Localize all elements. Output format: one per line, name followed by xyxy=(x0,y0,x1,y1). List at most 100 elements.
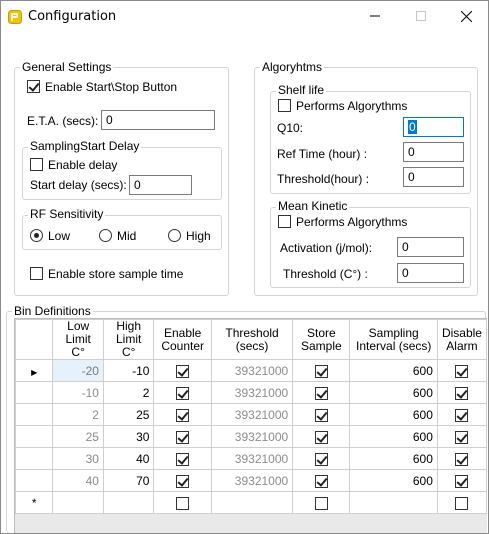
low-limit-cell[interactable]: 25 xyxy=(52,425,104,448)
table-row[interactable]: ▶ -20 -10 39321000 600 xyxy=(15,359,487,382)
store-sample-cell[interactable] xyxy=(292,491,351,514)
col-header-store-sample[interactable]: Store Sample xyxy=(292,319,351,360)
store-sample-cell[interactable] xyxy=(292,425,351,448)
row-header[interactable] xyxy=(15,381,54,404)
disable-alarm-cell[interactable] xyxy=(436,447,487,470)
disable-alarm-cell[interactable] xyxy=(436,491,487,514)
high-limit-cell[interactable]: 70 xyxy=(102,469,155,492)
col-header-interval[interactable]: Sampling Interval (secs) xyxy=(349,319,438,360)
store-sample-checkbox[interactable] xyxy=(314,452,328,466)
row-header[interactable] xyxy=(15,447,54,470)
high-limit-cell[interactable]: 40 xyxy=(102,447,155,470)
disable-alarm-checkbox[interactable] xyxy=(455,408,469,422)
enable-counter-checkbox[interactable] xyxy=(176,430,190,444)
high-limit-cell[interactable]: 2 xyxy=(102,381,155,404)
shelf-life-performs-checkbox[interactable] xyxy=(278,99,291,112)
threshold-cell[interactable]: 39321000 xyxy=(210,425,294,448)
enable-counter-cell[interactable] xyxy=(153,403,212,426)
threshold-cell[interactable]: 39321000 xyxy=(210,469,294,492)
interval-cell[interactable]: 600 xyxy=(349,469,438,492)
shelf-threshold-input[interactable]: 0 xyxy=(403,167,464,187)
rf-high-radio[interactable] xyxy=(168,229,181,242)
store-sample-cell[interactable] xyxy=(292,359,351,382)
low-limit-cell[interactable] xyxy=(52,491,104,514)
row-header[interactable] xyxy=(15,469,54,492)
enable-counter-checkbox[interactable] xyxy=(176,452,190,466)
interval-cell[interactable]: 600 xyxy=(349,447,438,470)
disable-alarm-checkbox[interactable] xyxy=(455,386,469,400)
bin-definitions-grid[interactable]: Low Limit C° High Limit C° Enable Counte… xyxy=(14,318,487,534)
threshold-cell[interactable]: 39321000 xyxy=(210,381,294,404)
enable-counter-checkbox[interactable] xyxy=(176,364,190,378)
new-row[interactable]: * xyxy=(15,491,487,514)
interval-cell[interactable]: 600 xyxy=(349,359,438,382)
enable-counter-cell[interactable] xyxy=(153,381,212,404)
low-limit-cell[interactable]: -10 xyxy=(52,381,104,404)
row-header[interactable] xyxy=(15,425,54,448)
low-limit-cell[interactable]: -20 xyxy=(52,359,104,382)
enable-counter-cell[interactable] xyxy=(153,425,212,448)
interval-cell[interactable]: 600 xyxy=(349,425,438,448)
store-sample-checkbox[interactable] xyxy=(314,474,328,488)
enable-counter-checkbox[interactable] xyxy=(176,496,190,510)
row-header[interactable]: ▶ xyxy=(15,359,54,382)
store-sample-time-checkbox[interactable] xyxy=(30,267,43,280)
enable-start-stop-checkbox[interactable] xyxy=(27,80,40,93)
disable-alarm-checkbox[interactable] xyxy=(455,430,469,444)
disable-alarm-cell[interactable] xyxy=(436,425,487,448)
mean-kinetic-performs-checkbox[interactable] xyxy=(278,215,291,228)
interval-cell[interactable]: 600 xyxy=(349,403,438,426)
enable-delay-checkbox[interactable] xyxy=(30,158,43,171)
enable-counter-cell[interactable] xyxy=(153,359,212,382)
high-limit-cell[interactable]: 30 xyxy=(102,425,155,448)
enable-counter-checkbox[interactable] xyxy=(176,474,190,488)
col-header-enable-counter[interactable]: Enable Counter xyxy=(153,319,212,360)
ref-time-input[interactable]: 0 xyxy=(403,142,464,162)
low-limit-cell[interactable]: 40 xyxy=(52,469,104,492)
disable-alarm-checkbox[interactable] xyxy=(455,496,469,510)
threshold-cell[interactable]: 39321000 xyxy=(210,447,294,470)
store-sample-cell[interactable] xyxy=(292,447,351,470)
table-row[interactable]: 2 25 39321000 600 xyxy=(15,403,487,426)
eta-input[interactable]: 0 xyxy=(101,110,215,130)
col-header-low[interactable]: Low Limit C° xyxy=(52,319,104,360)
threshold-cell[interactable]: 39321000 xyxy=(210,403,294,426)
q10-input[interactable]: 0 xyxy=(403,117,464,137)
col-header-disable-alarm[interactable]: Disable Alarm xyxy=(436,319,487,360)
disable-alarm-cell[interactable] xyxy=(436,403,487,426)
high-limit-cell[interactable]: 25 xyxy=(102,403,155,426)
store-sample-checkbox[interactable] xyxy=(314,496,328,510)
enable-counter-cell[interactable] xyxy=(153,469,212,492)
row-header[interactable] xyxy=(15,403,54,426)
enable-counter-checkbox[interactable] xyxy=(176,408,190,422)
disable-alarm-cell[interactable] xyxy=(436,469,487,492)
interval-cell[interactable] xyxy=(349,491,438,514)
threshold-cell[interactable]: 39321000 xyxy=(210,359,294,382)
threshold-cell[interactable] xyxy=(210,491,294,514)
disable-alarm-checkbox[interactable] xyxy=(455,474,469,488)
col-header-high[interactable]: High Limit C° xyxy=(102,319,155,360)
interval-cell[interactable]: 600 xyxy=(349,381,438,404)
start-delay-input[interactable]: 0 xyxy=(129,175,192,195)
rf-mid-radio[interactable] xyxy=(99,229,112,242)
store-sample-checkbox[interactable] xyxy=(314,364,328,378)
disable-alarm-checkbox[interactable] xyxy=(455,452,469,466)
store-sample-cell[interactable] xyxy=(292,381,351,404)
activation-input[interactable]: 0 xyxy=(397,237,464,257)
minimize-button[interactable] xyxy=(352,0,398,32)
disable-alarm-checkbox[interactable] xyxy=(455,364,469,378)
close-button[interactable] xyxy=(443,0,489,32)
mk-threshold-input[interactable]: 0 xyxy=(397,263,464,283)
col-header-threshold[interactable]: Threshold (secs) xyxy=(210,319,294,360)
store-sample-checkbox[interactable] xyxy=(314,386,328,400)
store-sample-cell[interactable] xyxy=(292,469,351,492)
enable-counter-cell[interactable] xyxy=(153,447,212,470)
high-limit-cell[interactable]: -10 xyxy=(102,359,155,382)
maximize-button[interactable] xyxy=(398,0,444,32)
disable-alarm-cell[interactable] xyxy=(436,381,487,404)
table-row[interactable]: 25 30 39321000 600 xyxy=(15,425,487,448)
low-limit-cell[interactable]: 30 xyxy=(52,447,104,470)
enable-counter-checkbox[interactable] xyxy=(176,386,190,400)
new-row-header[interactable]: * xyxy=(15,491,54,514)
store-sample-checkbox[interactable] xyxy=(314,430,328,444)
